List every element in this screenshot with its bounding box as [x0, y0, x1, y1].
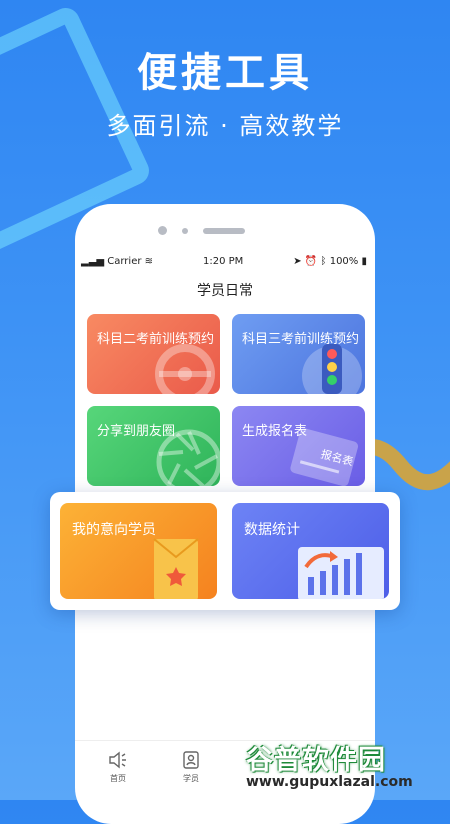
location-icon: ➤ [293, 256, 302, 267]
camera-dot [158, 226, 167, 235]
status-time: 1:20 PM [203, 256, 244, 267]
card-label: 分享到朋友圈 [97, 424, 176, 439]
site-watermark: 谷普软件园 www.gupuxlazal.com [246, 738, 446, 798]
card-label: 生成报名表 [242, 424, 308, 439]
card-data-statistics[interactable]: 数据统计 [232, 503, 389, 599]
speaker-icon [109, 751, 126, 769]
alarm-icon: ⏰ [304, 256, 318, 267]
card-label: 科目三考前训练预约 [242, 332, 360, 347]
card-label: 科目二考前训练预约 [97, 332, 215, 347]
tab-students[interactable]: 学员 [166, 751, 216, 784]
card-generate-signup-form[interactable]: 报名表 生成报名表 [232, 406, 365, 486]
tab-home[interactable]: 首页 [93, 751, 143, 784]
card-label: 数据统计 [244, 522, 300, 538]
card-label: 我的意向学员 [72, 522, 156, 538]
card-share-moments[interactable]: 分享到朋友圈 [87, 406, 220, 486]
sensor-dot [182, 228, 188, 234]
promo-title: 便捷工具 [137, 50, 313, 96]
page-title: 学员日常 [197, 283, 253, 299]
tab-label: 首页 [110, 774, 126, 783]
red-envelope-icon [153, 538, 199, 599]
battery-level: 100% [329, 256, 359, 267]
earpiece-speaker [203, 228, 245, 234]
tab-label: 学员 [183, 774, 199, 783]
watermark-url: www.gupuxlazal.com [246, 774, 413, 790]
person-card-icon [183, 751, 199, 769]
status-bar: ▂▃▅ Carrier ≋ 1:20 PM ➤ ⏰ ᛒ 100% ▮ [75, 252, 375, 272]
watermark-title: 谷普软件园 [246, 745, 386, 776]
promo-subtitle: 多面引流 · 高效教学 [106, 112, 344, 140]
card-subject2-booking[interactable]: 科目二考前训练预约 [87, 314, 220, 394]
status-right: ➤ ⏰ ᛒ 100% ▮ [293, 256, 367, 267]
card-subject3-booking[interactable]: 科目三考前训练预约 [232, 314, 365, 394]
card-intended-students[interactable]: 我的意向学员 [60, 503, 217, 599]
signal-icon: ▂▃▅ [81, 256, 105, 267]
highlight-panel: 我的意向学员 数据统计 [50, 492, 400, 610]
phone-top-bezel [75, 204, 375, 248]
battery-icon: ▮ [361, 256, 367, 267]
bar-chart-icon [298, 547, 384, 599]
steering-wheel-icon [155, 344, 215, 394]
bluetooth-icon: ᛒ [320, 256, 327, 267]
status-left: ▂▃▅ Carrier ≋ [81, 256, 153, 267]
carrier-label: Carrier [107, 256, 142, 267]
wifi-icon: ≋ [144, 256, 154, 267]
